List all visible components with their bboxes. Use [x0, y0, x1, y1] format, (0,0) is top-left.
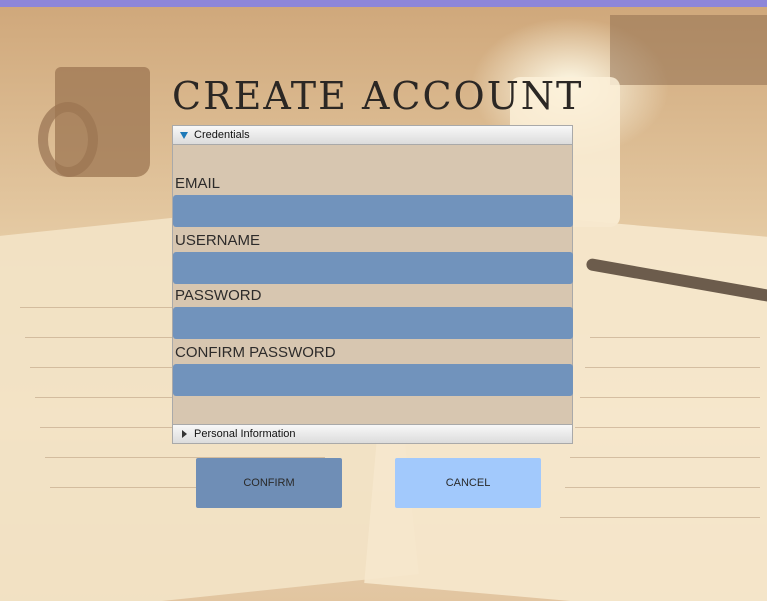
- page-title: CREATE ACCOUNT: [172, 74, 584, 118]
- personal-information-accordion-header[interactable]: Personal Information: [172, 424, 573, 444]
- password-label: PASSWORD: [175, 287, 262, 304]
- password-field[interactable]: [173, 307, 573, 339]
- personal-information-header-label: Personal Information: [194, 428, 296, 440]
- triangle-right-icon: [179, 429, 189, 439]
- credentials-accordion-header[interactable]: Credentials: [172, 125, 573, 145]
- email-field[interactable]: [173, 195, 573, 227]
- email-label: EMAIL: [175, 175, 221, 192]
- window-titlebar[interactable]: [0, 0, 767, 7]
- confirm-password-field[interactable]: [173, 364, 573, 396]
- username-field[interactable]: [173, 252, 573, 284]
- confirm-password-label: CONFIRM PASSWORD: [175, 344, 336, 361]
- username-label: USERNAME: [175, 232, 261, 249]
- confirm-button[interactable]: CONFIRM: [196, 458, 342, 508]
- triangle-down-icon: [179, 130, 189, 140]
- credentials-panel: EMAIL USERNAME PASSWORD CONFIRM PASSWORD: [172, 145, 573, 424]
- credentials-header-label: Credentials: [194, 129, 250, 141]
- cancel-button[interactable]: CANCEL: [395, 458, 541, 508]
